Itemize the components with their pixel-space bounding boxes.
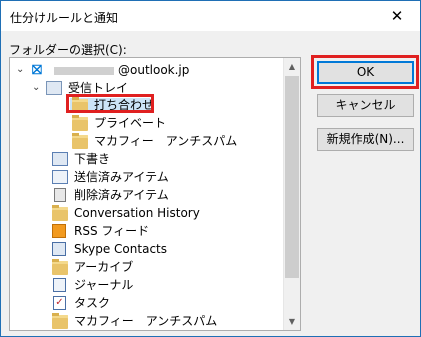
tree-item-label: タスク xyxy=(74,296,111,310)
ok-button[interactable]: OK xyxy=(317,61,414,84)
cancel-button[interactable]: キャンセル xyxy=(317,94,414,117)
tree-item-label: プライベート xyxy=(94,116,167,130)
folder-icon xyxy=(52,259,68,275)
tree-item-label: 送信済みアイテム xyxy=(74,170,169,184)
tree-scrollbar[interactable]: ▲ ▼ xyxy=(283,58,300,330)
tree-item-label: マカフィー アンチスパム xyxy=(74,314,218,328)
folder-icon xyxy=(52,205,68,221)
contacts-icon xyxy=(52,242,66,256)
scroll-thumb[interactable] xyxy=(285,76,299,278)
tree-item-label: マカフィー アンチスパム xyxy=(94,134,238,148)
task-icon: ✓ xyxy=(53,296,66,310)
tree-item-label: 削除済みアイテム xyxy=(74,188,169,202)
redacted-name xyxy=(54,66,114,75)
new-folder-button[interactable]: 新規作成(N)... xyxy=(317,128,414,151)
tree-item-label: 下書き xyxy=(74,152,111,166)
dialog-title: 仕分けルールと通知 xyxy=(10,11,119,25)
title-bar: 仕分けルールと通知 ✕ xyxy=(1,1,420,31)
tree-item-label: Skype Contacts xyxy=(74,242,167,256)
tree-item-label: RSS フィード xyxy=(74,224,150,238)
folder-icon xyxy=(72,115,88,131)
folder-select-label: フォルダーの選択(C): xyxy=(9,43,127,57)
close-icon[interactable]: ✕ xyxy=(374,1,420,31)
chevron-down-icon[interactable]: ⌄ xyxy=(16,61,24,79)
trash-icon xyxy=(54,188,66,202)
selection-annotation xyxy=(66,94,154,113)
rss-icon xyxy=(52,224,66,238)
chevron-down-icon[interactable]: ⌄ xyxy=(32,79,40,97)
folder-icon xyxy=(52,313,68,329)
sent-icon xyxy=(52,170,68,184)
tree-item-label: ジャーナル xyxy=(74,278,134,292)
rules-dialog: 仕分けルールと通知 ✕ フォルダーの選択(C): ⌄ ⛝ @outlook.jp… xyxy=(0,0,421,337)
folder-icon xyxy=(72,133,88,149)
tree-item-label: アーカイブ xyxy=(74,260,134,274)
inbox-icon xyxy=(46,81,62,95)
account-name: @outlook.jp xyxy=(118,63,190,77)
folder-tree[interactable]: ⌄ ⛝ @outlook.jp ⌄ 受信トレイ 打ち合わせ プライベート マカフ… xyxy=(9,57,301,331)
journal-icon xyxy=(53,278,66,292)
scroll-down-icon[interactable]: ▼ xyxy=(284,313,300,330)
scroll-up-icon[interactable]: ▲ xyxy=(284,58,300,75)
tree-item-label: Conversation History xyxy=(74,206,200,220)
draft-icon xyxy=(52,152,68,166)
account-icon: ⛝ xyxy=(32,63,42,78)
